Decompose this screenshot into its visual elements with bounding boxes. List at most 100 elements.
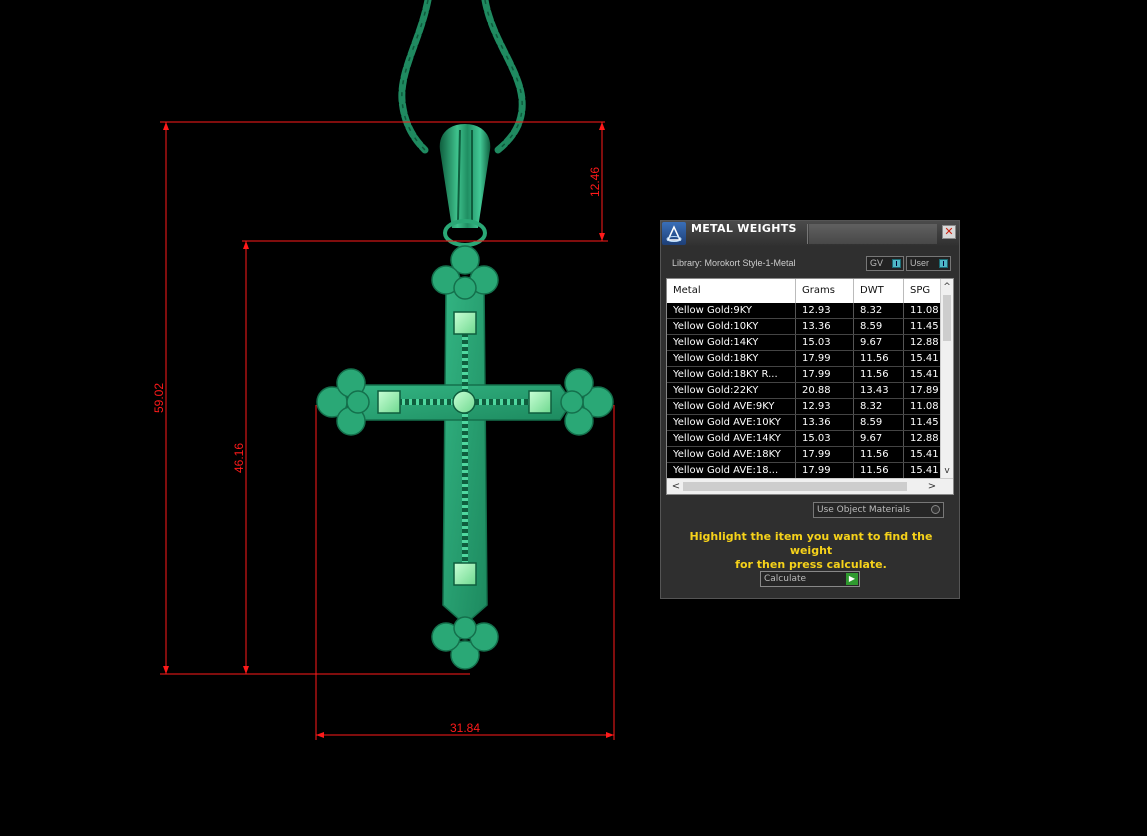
column-header-dwt[interactable]: DWT: [854, 279, 904, 303]
grams-cell: 12.93: [796, 303, 854, 318]
dwt-cell: 9.67: [854, 335, 904, 350]
column-header-spg[interactable]: SPG: [904, 279, 943, 303]
dimension-cross-width: 31.84: [450, 721, 480, 735]
viewport[interactable]: 59.02 12.46 46.16 31.84: [0, 0, 1147, 836]
spg-cell: 11.08: [910, 305, 939, 316]
play-icon: ▶: [846, 573, 858, 585]
grams-cell: 17.99: [796, 463, 854, 478]
table-row[interactable]: Yellow Gold AVE:14KY 15.03 9.67 12.88: [667, 431, 943, 447]
vertical-scrollbar[interactable]: ^ v: [940, 279, 953, 479]
toggle-knob-icon: [939, 259, 948, 268]
dwt-cell: 8.32: [854, 303, 904, 318]
table-header: Metal Grams DWT SPG: [667, 279, 943, 304]
metal-cell: Yellow Gold:22KY: [667, 383, 796, 398]
toggle-knob-icon: [892, 259, 901, 268]
gv-toggle-label: GV: [870, 258, 884, 268]
instruction-line-2: for then press calculate.: [735, 558, 887, 571]
dwt-cell: 8.59: [854, 319, 904, 334]
table-row[interactable]: Yellow Gold AVE:18KY 17.99 11.56 15.41: [667, 447, 943, 463]
use-object-materials-label: Use Object Materials: [817, 505, 911, 515]
table-row[interactable]: Yellow Gold:14KY 15.03 9.67 12.88: [667, 335, 943, 351]
spg-cell: 11.08: [910, 401, 939, 412]
table-row[interactable]: Yellow Gold:18KY R... 17.99 11.56 15.41: [667, 367, 943, 383]
dwt-cell: 11.56: [854, 367, 904, 382]
metal-cell: Yellow Gold:9KY: [667, 303, 796, 318]
metal-cell: Yellow Gold AVE:18KY: [667, 447, 796, 462]
spg-cell: 15.41: [910, 449, 939, 460]
dimension-bail-height: 12.46: [588, 167, 602, 197]
close-button[interactable]: ✕: [942, 225, 956, 239]
bail[interactable]: [439, 124, 491, 247]
spg-cell: 12.88: [910, 337, 939, 348]
radio-icon: [931, 505, 940, 514]
grams-cell: 13.36: [796, 415, 854, 430]
grams-cell: 17.99: [796, 351, 854, 366]
metal-cell: Yellow Gold:18KY: [667, 351, 796, 366]
gv-toggle[interactable]: GV: [866, 256, 904, 271]
calculate-button[interactable]: Calculate ▶: [760, 571, 860, 587]
library-label: Library: Morokort Style-1-Metal: [672, 258, 796, 268]
grams-cell: 17.99: [796, 447, 854, 462]
grams-cell: 13.36: [796, 319, 854, 334]
app-logo-icon: [662, 222, 686, 245]
dwt-cell: 8.32: [854, 399, 904, 414]
metal-cell: Yellow Gold AVE:18...: [667, 463, 796, 478]
dimension-annotations: [160, 121, 615, 740]
grams-cell: 17.99: [796, 367, 854, 382]
spg-cell: 12.88: [910, 433, 939, 444]
grams-cell: 15.03: [796, 335, 854, 350]
panel-title-bar[interactable]: METAL WEIGHTS ✕: [661, 221, 959, 246]
center-bead: [452, 390, 476, 414]
scroll-thumb-horizontal[interactable]: [683, 482, 907, 491]
scroll-thumb[interactable]: [943, 295, 951, 341]
spg-cell: 11.45: [910, 321, 939, 332]
close-icon: ✕: [944, 225, 954, 238]
dimension-cross-height: 46.16: [232, 443, 246, 473]
table-row[interactable]: Yellow Gold AVE:9KY 12.93 8.32 11.08: [667, 399, 943, 415]
metal-table[interactable]: Metal Grams DWT SPG Yellow Gold:9KY 12.93…: [666, 278, 954, 495]
scroll-down-icon[interactable]: v: [941, 465, 953, 477]
metal-cell: Yellow Gold AVE:14KY: [667, 431, 796, 446]
scroll-right-icon[interactable]: >: [925, 479, 939, 494]
grams-cell: 15.03: [796, 431, 854, 446]
table-row[interactable]: Yellow Gold:18KY 17.99 11.56 15.41: [667, 351, 943, 367]
user-toggle-label: User: [910, 258, 930, 268]
metal-cell: Yellow Gold:14KY: [667, 335, 796, 350]
dwt-cell: 11.56: [854, 463, 904, 478]
dwt-cell: 11.56: [854, 447, 904, 462]
scroll-left-icon[interactable]: <: [669, 479, 683, 494]
table-row[interactable]: Yellow Gold AVE:10KY 13.36 8.59 11.45: [667, 415, 943, 431]
table-body: Yellow Gold:9KY 12.93 8.32 11.08 Yellow Gold…: [667, 303, 943, 479]
table-row[interactable]: Yellow Gold AVE:18... 17.99 11.56 15.41: [667, 463, 943, 479]
dwt-cell: 8.59: [854, 415, 904, 430]
metal-cell: Yellow Gold:10KY: [667, 319, 796, 334]
title-divider: [807, 224, 808, 244]
spg-cell: 15.41: [910, 353, 939, 364]
column-header-grams[interactable]: Grams: [796, 279, 854, 303]
title-bar-fill: [809, 224, 937, 244]
panel-title: METAL WEIGHTS: [691, 222, 797, 235]
metal-cell: Yellow Gold AVE:10KY: [667, 415, 796, 430]
metal-weights-panel: METAL WEIGHTS ✕ Library: Morokort Style-…: [660, 220, 960, 599]
table-row[interactable]: Yellow Gold:9KY 12.93 8.32 11.08: [667, 303, 943, 319]
spg-cell: 17.89: [910, 385, 939, 396]
use-object-materials-toggle[interactable]: Use Object Materials: [813, 502, 944, 518]
metal-cell: Yellow Gold:18KY R...: [667, 367, 796, 382]
horizontal-scrollbar[interactable]: < >: [667, 478, 953, 494]
grams-cell: 12.93: [796, 399, 854, 414]
table-row[interactable]: Yellow Gold:22KY 20.88 13.43 17.89: [667, 383, 943, 399]
instruction-text: Highlight the item you want to find the …: [671, 530, 951, 572]
spg-cell: 11.45: [910, 417, 939, 428]
cross-pendant[interactable]: [316, 245, 614, 670]
dwt-cell: 9.67: [854, 431, 904, 446]
spg-cell: 15.41: [910, 465, 939, 476]
user-toggle[interactable]: User: [906, 256, 951, 271]
column-header-metal[interactable]: Metal: [667, 279, 796, 303]
calculate-label: Calculate: [764, 574, 807, 584]
scroll-up-icon[interactable]: ^: [941, 281, 953, 293]
grams-cell: 20.88: [796, 383, 854, 398]
metal-cell: Yellow Gold AVE:9KY: [667, 399, 796, 414]
table-row[interactable]: Yellow Gold:10KY 13.36 8.59 11.45: [667, 319, 943, 335]
dwt-cell: 13.43: [854, 383, 904, 398]
instruction-line-1: Highlight the item you want to find the …: [689, 530, 933, 557]
